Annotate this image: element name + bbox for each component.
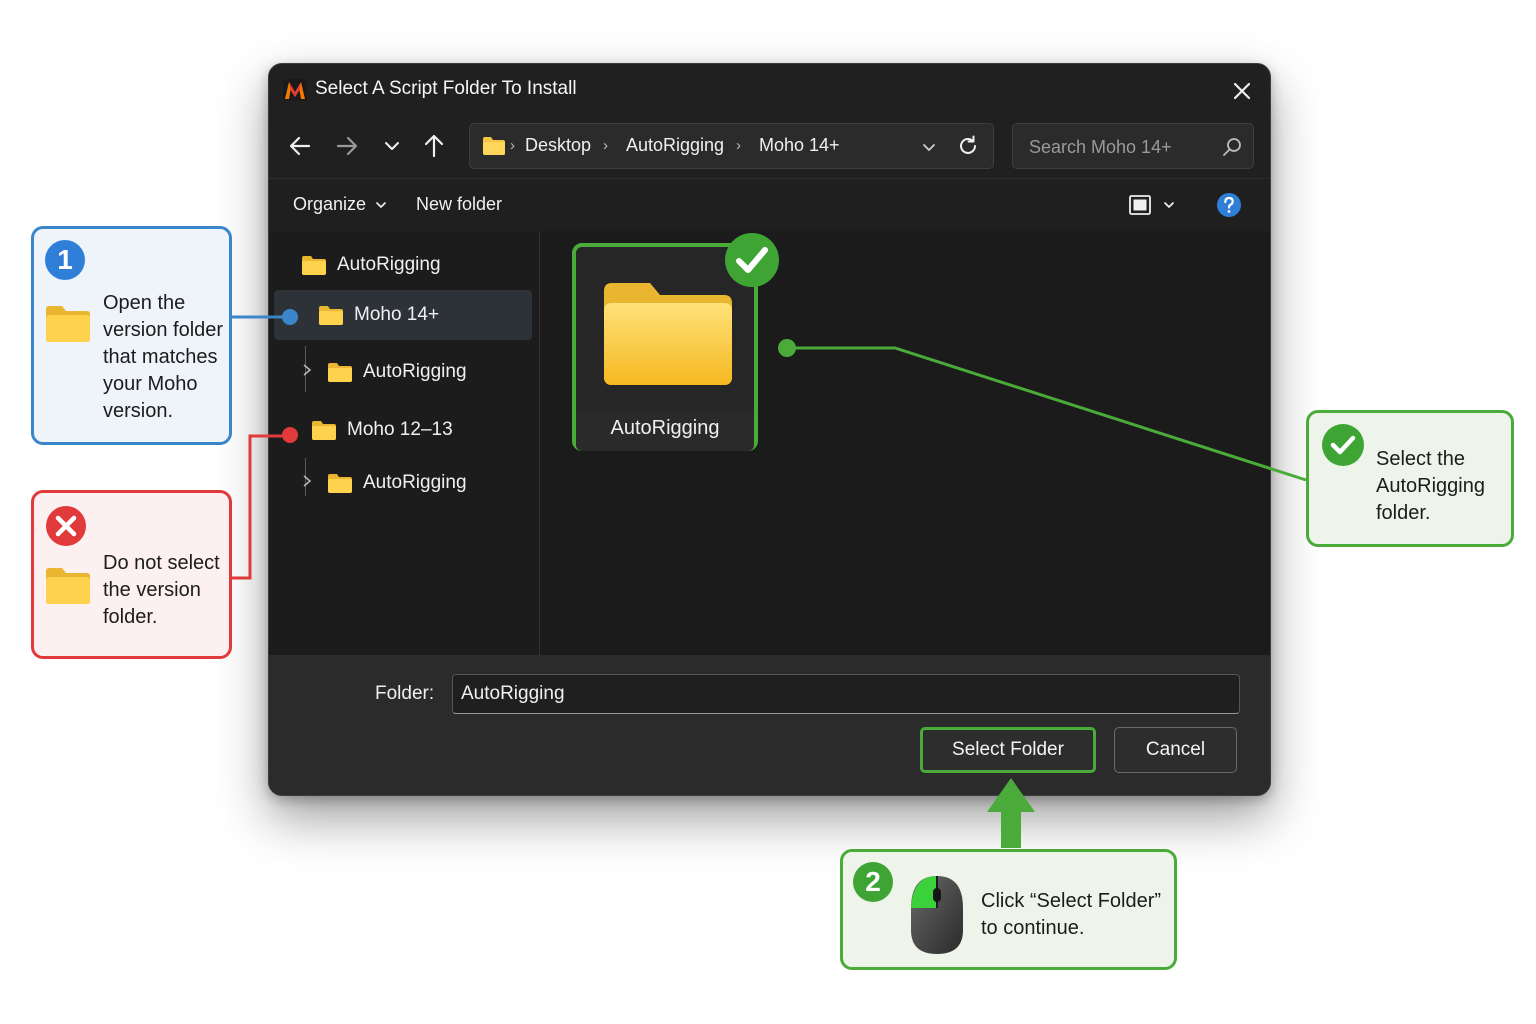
step-badge: 1 [45, 240, 85, 280]
callout-text: Select the AutoRigging folder. [1376, 448, 1485, 524]
up-arrow-pointer-icon [987, 778, 1035, 848]
connector-dot-green [778, 339, 796, 357]
connector-dot-red [282, 427, 298, 443]
callout-text: Do not select the version folder. [103, 552, 220, 628]
folder-icon [46, 306, 90, 342]
callout-text: Open the version folder that matches you… [103, 292, 224, 422]
connector-dot-blue [282, 309, 298, 325]
error-x-icon [46, 506, 86, 546]
callout-warning: Do not select the version folder. [31, 490, 232, 659]
callout-text: Click “Select Folder” to continue. [981, 890, 1162, 939]
checkmark-icon [1322, 424, 1364, 466]
callout-select-hint: Select the AutoRigging folder. [1306, 410, 1514, 547]
folder-icon [46, 568, 90, 604]
callout-step2: 2 Click “Select Folder” to continue. [840, 849, 1177, 970]
mouse-icon [911, 876, 963, 954]
callout-step1: 1 Open the version folder that matches y… [31, 226, 232, 445]
step-badge: 2 [853, 862, 893, 902]
